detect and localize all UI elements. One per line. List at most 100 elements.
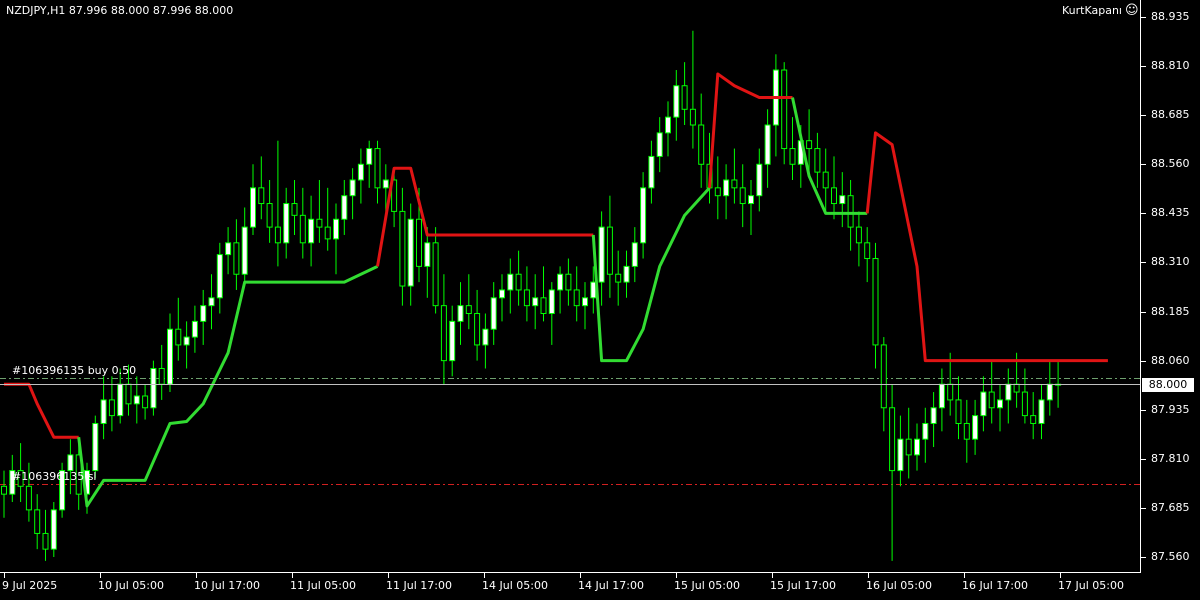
bear-candle xyxy=(714,187,721,197)
bear-candle xyxy=(399,210,406,287)
bear-candle xyxy=(465,305,472,315)
trail-down-line xyxy=(4,382,79,439)
bear-candle xyxy=(814,148,821,173)
bull-candle xyxy=(1038,399,1045,424)
time-tick-label: 11 Jul 05:00 xyxy=(290,579,356,592)
time-tick-mark xyxy=(676,573,677,578)
bear-candle xyxy=(955,399,962,424)
bear-candle xyxy=(822,171,829,189)
bear-candle xyxy=(34,509,41,534)
bear-candle xyxy=(988,391,995,409)
bear-candle xyxy=(565,273,572,291)
bull-candle xyxy=(938,383,945,409)
bull-candle xyxy=(457,305,464,322)
bear-candle xyxy=(299,214,306,244)
bear-candle xyxy=(175,328,182,346)
bear-candle xyxy=(523,289,530,307)
bear-candle xyxy=(158,367,165,385)
price-tick-label: 88.935 xyxy=(1151,10,1190,23)
bull-candle xyxy=(673,85,680,118)
time-tick-label: 10 Jul 17:00 xyxy=(194,579,260,592)
bear-candle xyxy=(615,273,622,283)
price-tick-mark xyxy=(1141,557,1146,558)
price-tick-label: 88.310 xyxy=(1151,255,1190,268)
price-tick-mark xyxy=(1141,66,1146,67)
order-sl-label[interactable]: #106396135 sl xyxy=(12,470,97,483)
bull-candle xyxy=(382,179,389,189)
time-tick-mark xyxy=(196,573,197,578)
bear-candle xyxy=(108,399,115,417)
time-tick-mark xyxy=(868,573,869,578)
price-axis[interactable]: 88.935 88.810 88.685 88.560 88.435 88.310 88.1… xyxy=(1141,0,1200,572)
order-buy-label[interactable]: #106396135 buy 0.50 xyxy=(12,364,136,377)
bull-candle xyxy=(1005,383,1012,401)
time-tick-label: 15 Jul 17:00 xyxy=(770,579,836,592)
price-tick-mark xyxy=(1141,213,1146,214)
bull-candle xyxy=(200,305,207,322)
bear-candle xyxy=(291,203,298,216)
bear-candle xyxy=(947,383,954,401)
bull-candle xyxy=(349,179,356,197)
bull-candle xyxy=(582,297,588,307)
symbol-title: NZDJPY,H1 87.996 88.000 87.996 88.000 xyxy=(6,4,234,17)
bull-candle xyxy=(150,367,157,409)
bear-candle xyxy=(25,485,32,511)
price-tick-label: 88.060 xyxy=(1151,354,1190,367)
bull-candle xyxy=(117,383,124,417)
time-tick-mark xyxy=(964,573,965,578)
bull-candle xyxy=(283,203,290,244)
bull-candle xyxy=(897,438,904,472)
bull-candle xyxy=(133,395,140,405)
bull-candle xyxy=(499,289,505,299)
price-tick-mark xyxy=(1141,164,1146,165)
bull-candle xyxy=(1046,383,1053,401)
bear-candle xyxy=(905,438,912,456)
bull-candle xyxy=(640,187,647,244)
bull-candle xyxy=(922,422,929,440)
bull-candle xyxy=(333,218,339,240)
bull-candle xyxy=(548,289,555,315)
time-tick-mark xyxy=(772,573,773,578)
bear-candle xyxy=(432,242,439,307)
time-tick-mark xyxy=(1060,573,1061,578)
candlestick-chart[interactable] xyxy=(0,0,1140,572)
bull-candle xyxy=(92,422,99,472)
price-tick-label: 87.685 xyxy=(1151,501,1190,514)
trail-down-line xyxy=(865,131,1108,363)
bear-candle xyxy=(316,218,323,228)
bear-candle xyxy=(540,297,547,315)
bull-candle xyxy=(216,254,223,299)
time-axis[interactable]: 9 Jul 2025 10 Jul 05:00 10 Jul 17:00 11 Jul… xyxy=(0,573,1141,600)
bear-candle xyxy=(789,148,796,165)
price-tick-mark xyxy=(1141,312,1146,313)
brand-text: KurtKapanı xyxy=(1062,4,1122,17)
bull-candle xyxy=(656,132,663,157)
price-tick-label: 88.560 xyxy=(1151,157,1190,170)
bear-candle xyxy=(1030,415,1037,424)
bull-candle xyxy=(191,320,198,338)
bear-candle xyxy=(880,344,887,409)
bull-candle xyxy=(250,187,256,228)
time-tick-mark xyxy=(484,573,485,578)
bull-candle xyxy=(623,265,630,283)
current-price-box: 88.000 xyxy=(1142,377,1194,392)
price-tick-mark xyxy=(1141,17,1146,18)
bull-candle xyxy=(167,328,173,385)
price-tick-label: 87.935 xyxy=(1151,403,1190,416)
bear-candle xyxy=(606,226,613,275)
time-tick-mark xyxy=(292,573,293,578)
bull-candle xyxy=(980,391,987,417)
bear-candle xyxy=(573,289,580,307)
bear-candle xyxy=(1,485,7,495)
bear-candle xyxy=(872,258,879,346)
chart-area[interactable]: NZDJPY,H1 87.996 88.000 87.996 88.000 Ku… xyxy=(0,0,1141,573)
bear-candle xyxy=(125,383,132,405)
time-tick-label: 17 Jul 05:00 xyxy=(1058,579,1124,592)
time-tick-label: 14 Jul 05:00 xyxy=(482,579,548,592)
price-tick-label: 88.810 xyxy=(1151,59,1190,72)
brand-label: KurtKapanı ☺ xyxy=(1062,4,1139,17)
bear-candle xyxy=(889,407,896,472)
bear-candle xyxy=(781,69,788,150)
time-tick-label: 9 Jul 2025 xyxy=(2,579,58,592)
trail-up-line xyxy=(77,265,379,508)
